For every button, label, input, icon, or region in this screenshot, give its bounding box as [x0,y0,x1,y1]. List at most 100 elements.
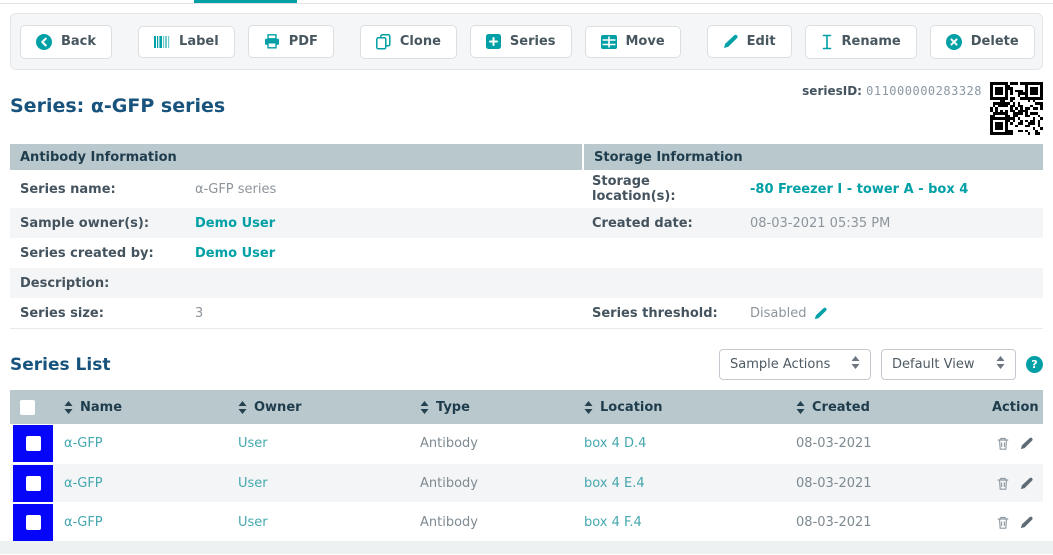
delete-button[interactable]: Delete [930,25,1035,59]
table-row: α-GFP User Antibody box 4 F.4 08-03-2021 [10,502,1043,541]
select-arrows-icon [996,356,1005,373]
printer-icon [264,34,280,49]
series-list-header: Series List Sample Actions Default View … [10,349,1043,380]
table-row: α-GFP User Antibody box 4 D.4 08-03-2021 [10,424,1043,463]
back-icon [36,34,52,50]
row-name-link[interactable]: α-GFP [64,515,103,530]
row-type: Antibody [420,436,478,451]
series-name-value: α-GFP series [185,178,582,201]
active-tab-indicator [194,0,297,3]
help-icon[interactable]: ? [1026,356,1043,373]
storage-location-label: Storage location(s): [582,170,740,208]
series-threshold-value: Disabled [750,306,806,321]
column-label-created: Created [812,400,870,415]
row-select-cell [13,504,53,541]
edit-button-label: Edit [747,35,776,48]
label-button-label: Label [179,35,219,48]
series-button[interactable]: Series [470,25,572,58]
table-header-row: Name Owner Type Location Created Action [10,390,1043,424]
pdf-button-label: PDF [289,35,318,48]
series-size-label: Series size: [10,302,185,325]
info-row: Series name: α-GFP series Storage locati… [10,170,1043,208]
clone-icon [376,34,391,50]
info-row: Description: [10,268,1043,298]
pencil-icon [723,34,738,49]
row-checkbox[interactable] [26,476,41,491]
created-date-label: Created date: [582,212,740,235]
row-edit-pencil-icon[interactable] [1020,477,1033,490]
view-select[interactable]: Default View [881,349,1016,380]
barcode-icon [154,35,170,49]
row-location-link[interactable]: box 4 E.4 [584,476,645,491]
row-name-link[interactable]: α-GFP [64,436,103,451]
sample-owner-link[interactable]: Demo User [195,216,275,231]
series-button-label: Series [510,35,556,48]
row-owner-link[interactable]: User [238,436,268,451]
column-header-owner[interactable]: Owner [228,400,410,415]
toolbar: Back Label PDF Clone Series Move Edit Re… [10,13,1043,70]
series-list-table: Name Owner Type Location Created Action … [10,390,1043,541]
column-header-type[interactable]: Type [410,400,574,415]
threshold-edit-pencil-icon[interactable] [814,307,827,320]
label-button[interactable]: Label [138,26,235,58]
column-header-name[interactable]: Name [54,400,228,415]
column-header-location[interactable]: Location [574,400,786,415]
row-created: 08-03-2021 [796,436,872,451]
column-label-location: Location [600,400,663,415]
row-type: Antibody [420,515,478,530]
row-location-link[interactable]: box 4 D.4 [584,436,646,451]
delete-button-label: Delete [971,35,1019,48]
trash-icon[interactable] [996,515,1010,530]
created-date-value: 08-03-2021 05:35 PM [740,212,1043,235]
sample-actions-select-value: Sample Actions [730,357,830,372]
page-header: Series: α-GFP series seriesID: 011000000… [10,82,1043,135]
column-header-action: Action [982,400,1049,415]
back-button[interactable]: Back [20,25,112,59]
row-name-link[interactable]: α-GFP [64,476,103,491]
rename-button[interactable]: Rename [805,25,917,59]
pdf-button[interactable]: PDF [248,25,334,58]
series-threshold-label: Series threshold: [582,302,740,325]
select-all-checkbox[interactable] [20,400,35,415]
column-label-type: Type [436,400,470,415]
clone-button-label: Clone [400,35,441,48]
list-controls: Sample Actions Default View ? [719,349,1043,380]
row-type: Antibody [420,476,478,491]
sort-icon [584,401,593,414]
row-select-cell [13,465,53,502]
row-edit-pencil-icon[interactable] [1020,437,1033,450]
row-location-link[interactable]: box 4 F.4 [584,515,642,530]
description-label: Description: [10,272,1043,295]
series-created-by-label: Series created by: [10,242,185,265]
row-edit-pencil-icon[interactable] [1020,516,1033,529]
column-header-created[interactable]: Created [786,400,982,415]
sample-actions-select[interactable]: Sample Actions [719,349,871,380]
antibody-information-header: Antibody Information [10,144,582,170]
page-title: Series: α-GFP series [10,82,225,117]
sort-icon [64,401,73,414]
back-button-label: Back [61,35,96,48]
row-checkbox[interactable] [26,515,41,530]
top-border [0,0,1053,4]
info-row: Series size: 3 Series threshold: Disable… [10,298,1043,328]
info-header-row: Antibody Information Storage Information [10,144,1043,170]
row-owner-link[interactable]: User [238,476,268,491]
row-owner-link[interactable]: User [238,515,268,530]
row-checkbox[interactable] [26,436,41,451]
text-cursor-icon [821,34,833,50]
series-id-block: seriesID: 011000000283328 [802,82,1043,135]
info-panel: Antibody Information Storage Information… [10,144,1043,329]
storage-location-link[interactable]: -80 Freezer I - tower A - box 4 [750,182,968,197]
edit-button[interactable]: Edit [707,25,792,58]
table-row: α-GFP User Antibody box 4 E.4 08-03-2021 [10,463,1043,502]
series-size-value: 3 [185,302,582,325]
series-created-by-link[interactable]: Demo User [195,246,275,261]
trash-icon[interactable] [996,476,1010,491]
row-created: 08-03-2021 [796,515,872,530]
series-id-line: seriesID: 011000000283328 [802,82,982,99]
row-select-cell [13,425,53,462]
clone-button[interactable]: Clone [360,25,457,59]
trash-icon[interactable] [996,436,1010,451]
move-button[interactable]: Move [585,26,681,58]
series-id-value: 011000000283328 [866,84,982,98]
